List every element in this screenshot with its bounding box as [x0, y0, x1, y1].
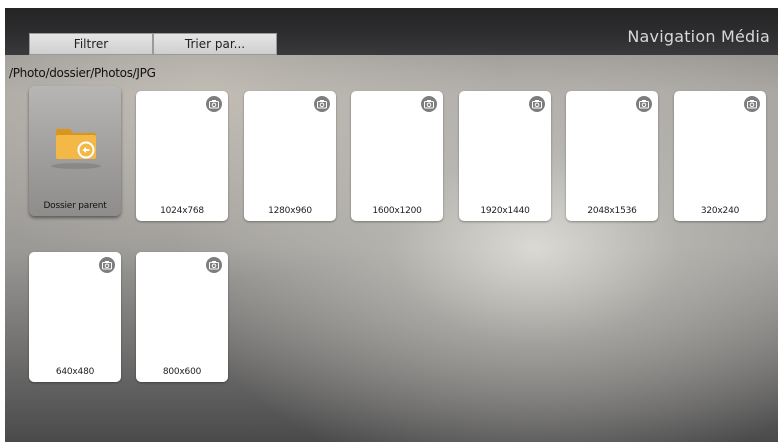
- photo-tile[interactable]: 1280x960: [244, 91, 336, 221]
- camera-icon: [744, 96, 760, 112]
- folder-shadow: [51, 163, 101, 169]
- tile-label: 1600x1200: [372, 206, 422, 216]
- camera-icon: [314, 96, 330, 112]
- breadcrumb-path: /Photo/dossier/Photos/JPG: [9, 66, 156, 80]
- top-bar: Filtrer Trier par... Navigation Média: [5, 8, 778, 55]
- tile-label: 800x600: [162, 367, 202, 377]
- tile-label: 1280x960: [268, 206, 312, 216]
- filter-button[interactable]: Filtrer: [29, 33, 153, 55]
- photo-tile[interactable]: 800x600: [136, 252, 228, 382]
- tile-label: 640x480: [55, 367, 95, 377]
- camera-icon: [636, 96, 652, 112]
- photo-tile[interactable]: 2048x1536: [566, 91, 658, 221]
- photo-tile[interactable]: 1024x768: [136, 91, 228, 221]
- tile-label: 1920x1440: [480, 206, 530, 216]
- camera-icon: [529, 96, 545, 112]
- camera-icon: [99, 257, 115, 273]
- app-title: Navigation Média: [627, 27, 770, 46]
- camera-icon: [206, 96, 222, 112]
- tile-label: 1024x768: [160, 206, 204, 216]
- tile-label: 320x240: [700, 206, 740, 216]
- photo-tile[interactable]: 1600x1200: [351, 91, 443, 221]
- photo-tile[interactable]: 640x480: [29, 252, 121, 382]
- parent-folder-tile[interactable]: Dossier parent: [29, 86, 121, 216]
- sort-button[interactable]: Trier par...: [153, 33, 277, 55]
- media-browser-screen: Filtrer Trier par... Navigation Média /P…: [5, 8, 778, 442]
- photo-tile[interactable]: 320x240: [674, 91, 766, 221]
- camera-icon: [206, 257, 222, 273]
- folder-back-icon: [55, 126, 97, 160]
- tile-label: Dossier parent: [43, 201, 107, 211]
- photo-tile[interactable]: 1920x1440: [459, 91, 551, 221]
- tile-label: 2048x1536: [587, 206, 637, 216]
- camera-icon: [421, 96, 437, 112]
